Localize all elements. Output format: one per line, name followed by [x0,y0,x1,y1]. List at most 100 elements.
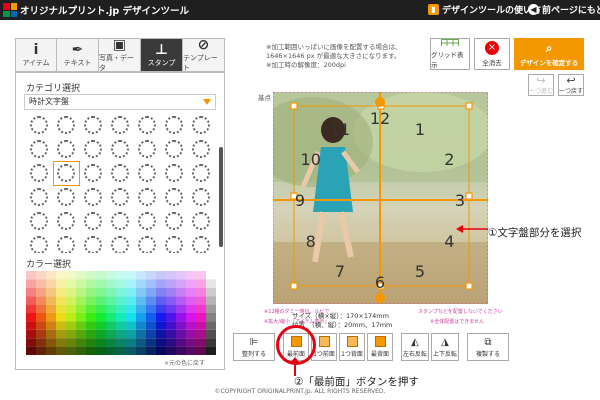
color-swatch[interactable] [136,279,146,288]
resize-handle[interactable] [465,282,473,290]
tab-template[interactable]: ⊘ テンプレート [183,37,225,72]
color-swatch[interactable] [176,321,186,330]
color-swatch[interactable] [36,271,46,280]
resize-handle[interactable] [290,282,298,290]
resize-handle[interactable] [290,102,298,110]
color-swatch[interactable] [166,338,176,347]
color-swatch[interactable] [126,279,136,288]
stamp-thumbnail[interactable] [188,113,215,137]
stamp-thumbnail[interactable] [80,113,107,137]
color-swatch[interactable] [76,338,86,347]
stamp-thumbnail[interactable] [134,233,161,253]
color-swatch[interactable] [146,338,156,347]
help-link[interactable]: ▮ デザインツールの使い方 [428,3,541,16]
color-swatch[interactable] [116,346,126,355]
color-swatch[interactable] [156,287,166,297]
color-swatch[interactable] [206,296,216,305]
color-swatch[interactable] [86,271,96,280]
color-swatch[interactable] [36,329,46,339]
color-swatch[interactable] [196,313,206,322]
color-swatch[interactable] [196,346,206,355]
color-swatch[interactable] [156,304,166,313]
back-link[interactable]: ◀ 前ページにもどる [528,3,600,16]
color-swatch[interactable] [126,296,136,305]
color-swatch[interactable] [66,296,76,305]
color-swatch[interactable] [106,346,116,355]
color-swatch[interactable] [206,321,216,330]
stamp-thumbnail[interactable] [107,185,134,209]
color-swatch[interactable] [176,287,186,297]
color-swatch[interactable] [176,346,186,355]
color-swatch[interactable] [86,296,96,305]
color-swatch[interactable] [76,279,86,288]
color-swatch[interactable] [166,279,176,288]
color-swatch[interactable] [96,321,106,330]
color-swatch[interactable] [96,346,106,355]
color-swatch[interactable] [146,296,156,305]
color-swatch[interactable] [186,346,196,355]
color-swatch[interactable] [146,321,156,330]
color-swatch[interactable] [136,321,146,330]
stamp-thumbnail[interactable] [107,209,134,233]
color-swatch[interactable] [206,338,216,347]
stamp-thumbnail[interactable] [53,209,80,233]
color-swatch[interactable] [166,346,176,355]
color-swatch[interactable] [96,304,106,313]
stamp-thumbnail[interactable] [80,161,107,185]
stamp-thumbnail[interactable] [161,185,188,209]
stamp-thumbnail[interactable] [188,185,215,209]
color-swatch[interactable] [66,279,76,288]
color-swatch[interactable] [156,346,166,355]
color-swatch[interactable] [166,329,176,339]
color-swatch[interactable] [66,329,76,339]
color-swatch[interactable] [196,279,206,288]
color-swatch[interactable] [176,279,186,288]
color-swatch[interactable] [156,329,166,339]
color-swatch[interactable] [96,279,106,288]
color-swatch[interactable] [86,346,96,355]
stamp-thumbnail[interactable] [188,137,215,161]
color-swatch[interactable] [176,304,186,313]
color-swatch[interactable] [166,296,176,305]
color-swatch[interactable] [176,271,186,280]
color-swatch[interactable] [66,304,76,313]
tab-photo[interactable]: ▣ 写真・データ [99,37,141,72]
color-swatch[interactable] [76,271,86,280]
color-swatch[interactable] [186,304,196,313]
color-swatch[interactable] [116,296,126,305]
color-swatch[interactable] [66,313,76,322]
resize-handle[interactable] [465,192,473,200]
color-swatch[interactable] [196,304,206,313]
color-swatch[interactable] [196,321,206,330]
stamp-thumbnail[interactable] [26,161,53,185]
color-swatch[interactable] [206,313,216,322]
stamp-thumbnail[interactable] [161,137,188,161]
color-swatch[interactable] [106,338,116,347]
color-swatch[interactable] [186,329,196,339]
color-swatch[interactable] [26,296,36,305]
color-swatch[interactable] [76,304,86,313]
send-backward-button[interactable]: 1つ背面 [339,333,365,361]
stamp-thumbnail[interactable] [107,113,134,137]
clear-all-button[interactable]: × 全消去 [474,38,510,70]
send-to-back-button[interactable]: 最背面 [367,333,393,361]
stamp-thumbnail[interactable] [53,185,80,209]
color-swatch[interactable] [56,338,66,347]
stamp-thumbnail[interactable] [26,113,53,137]
color-swatch[interactable] [26,279,36,288]
color-swatch[interactable] [156,271,166,280]
color-swatch[interactable] [196,338,206,347]
color-swatch[interactable] [156,338,166,347]
redo-button[interactable]: ↪ 一つ進む [528,74,554,96]
color-swatch[interactable] [136,338,146,347]
tab-text[interactable]: ✒ テキスト [57,38,99,72]
color-swatch[interactable] [46,313,56,322]
stamp-thumbnail[interactable] [80,185,107,209]
color-swatch[interactable] [96,287,106,297]
color-swatch[interactable] [206,279,216,288]
color-swatch[interactable] [96,313,106,322]
stamp-thumbnail[interactable] [134,161,161,185]
color-swatch[interactable] [36,296,46,305]
tab-item[interactable]: i アイテム [15,38,57,72]
color-swatch[interactable] [126,329,136,339]
